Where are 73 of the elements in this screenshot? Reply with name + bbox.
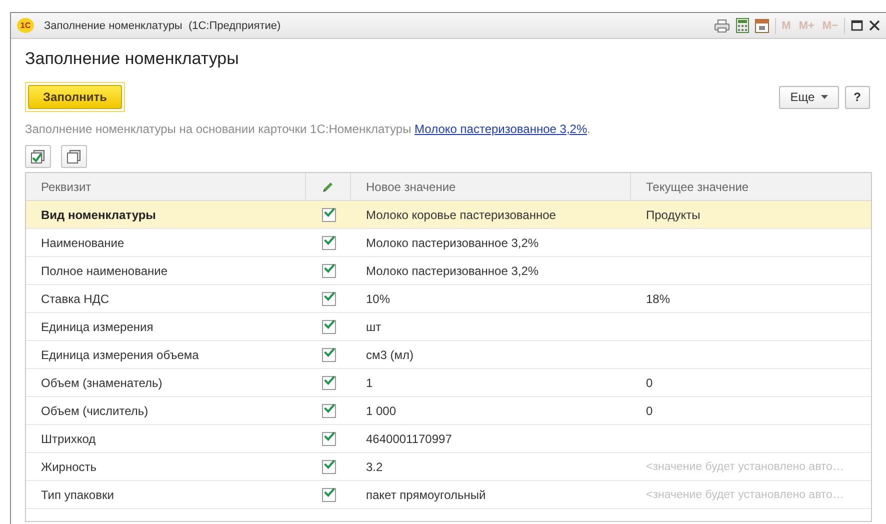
form-title: Заполнение номенклатуры xyxy=(25,49,240,69)
table-cell-text: 0 xyxy=(645,374,654,392)
table-row[interactable]: Объем (знаменатель) 1 0 xyxy=(26,369,871,397)
table-cell-text: Ставка НДС xyxy=(40,290,110,308)
table-cell-text: см3 (мл) xyxy=(365,346,415,364)
caret-icon xyxy=(820,95,828,99)
more-button[interactable]: Еще xyxy=(779,86,839,108)
table-row[interactable]: Полное наименование Молоко пастеризованное 3,2% xyxy=(26,257,871,285)
checkbox[interactable] xyxy=(322,460,336,474)
calculator-icon[interactable] xyxy=(736,18,749,33)
check-all-icon xyxy=(30,150,46,164)
product-link[interactable]: Молоко пастеризованное 3,2% xyxy=(414,122,588,136)
table-cell-text: Жирность xyxy=(40,458,98,476)
table-cell-text: Молоко пастеризованное 3,2% xyxy=(365,262,540,280)
column-header: Новое значение xyxy=(351,173,631,200)
table-row[interactable]: Единица измерения шт xyxy=(26,313,871,341)
table-cell-text: Единица измерения xyxy=(40,318,154,336)
table-cell-text: 1 000 xyxy=(365,402,398,420)
info-label: Заполнение номенклатуры на основании карточки 1С:Номенклатуры xyxy=(25,122,412,136)
table-cell-text: Полное наименование xyxy=(40,262,168,280)
table-cell-text: 4640001170997 xyxy=(365,430,453,448)
table-cell-text: шт xyxy=(365,318,382,336)
table-cell-text: Единица измерения объема xyxy=(40,346,200,364)
table-cell-text: Объем (числитель) xyxy=(40,402,150,420)
table-row[interactable]: Наименование Молоко пастеризованное 3,2% xyxy=(26,229,871,257)
table-cell-text: 18% xyxy=(645,290,672,308)
table-row[interactable]: Объем (числитель) 1 000 0 xyxy=(26,397,871,425)
table-row[interactable]: Единица измерения объема см3 (мл) xyxy=(26,341,871,369)
table-row[interactable]: Тип упаковки пакет прямоугольный <значение будет установлено авто… xyxy=(26,481,871,509)
table-row[interactable]: Ставка НДС 10% 18% xyxy=(26,285,871,313)
uncheck-all-icon xyxy=(66,150,82,164)
checkbox[interactable] xyxy=(322,488,336,502)
table-row[interactable]: Вид номенклатуры Молоко коровье пастеризованное Продукты xyxy=(26,201,871,229)
check-all-button[interactable] xyxy=(25,145,51,168)
table-cell-text: 10% xyxy=(365,290,392,308)
table-cell-text: 1 xyxy=(365,374,374,392)
info-period: . xyxy=(587,122,590,136)
table-cell-text: Вид номенклатуры xyxy=(40,206,157,224)
app-logo: 1С xyxy=(17,18,34,33)
checkbox[interactable] xyxy=(322,432,336,446)
table-cell-text: Наименование xyxy=(40,234,126,252)
table-cell-text: Молоко пастеризованное 3,2% xyxy=(365,234,540,252)
printer-icon[interactable] xyxy=(714,18,730,32)
checkbox[interactable] xyxy=(322,292,336,306)
table-cell-text: <значение будет установлено авто… xyxy=(645,488,845,502)
table-cell-text: Штрихкод xyxy=(40,430,97,448)
checkbox[interactable] xyxy=(322,264,336,278)
column-header: Текущее значение xyxy=(645,178,750,196)
window-title: Заполнение номенклатуры (1С:Предприятие) xyxy=(44,20,281,32)
table-row[interactable]: Штрихкод 4640001170997 xyxy=(26,425,871,453)
close-icon[interactable] xyxy=(869,20,880,31)
calendar-icon[interactable] xyxy=(754,18,769,33)
table-cell-text: Тип упаковки xyxy=(40,486,115,504)
table-cell-text: Объем (знаменатель) xyxy=(40,374,164,392)
checkbox[interactable] xyxy=(322,208,336,222)
table-cell-text: 3.2 xyxy=(365,458,384,476)
uncheck-all-button[interactable] xyxy=(61,145,87,168)
checkbox[interactable] xyxy=(322,320,336,334)
table-row[interactable]: Жирность 3.2 <значение будет установлено авто… xyxy=(26,453,871,481)
checkbox[interactable] xyxy=(322,236,336,250)
maximize-icon[interactable] xyxy=(851,20,863,31)
table-cell-text: пакет прямоугольный xyxy=(365,486,487,504)
table-cell-text: Молоко коровье пастеризованное xyxy=(365,206,557,224)
fill-button[interactable]: Заполнить xyxy=(28,85,122,109)
checkbox[interactable] xyxy=(322,376,336,390)
column-header: Реквизит xyxy=(26,173,306,200)
table-cell-text: Продукты xyxy=(645,206,702,224)
checkbox[interactable] xyxy=(322,404,336,418)
table-cell-text: <значение будет установлено авто… xyxy=(645,460,845,474)
checkbox[interactable] xyxy=(322,348,336,362)
pencil-icon xyxy=(322,180,334,193)
help-button[interactable]: ? xyxy=(844,86,870,108)
table-cell-text: 0 xyxy=(645,402,654,420)
